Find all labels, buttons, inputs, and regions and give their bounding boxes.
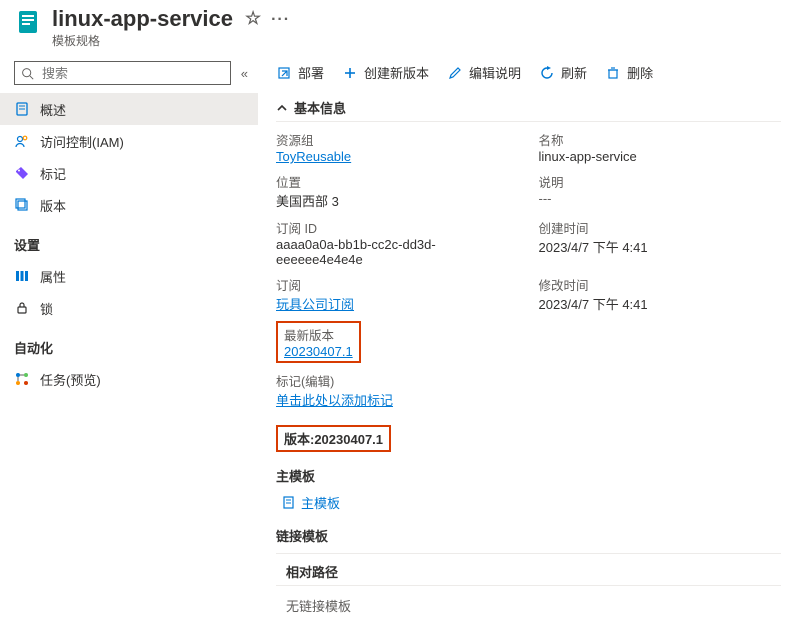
template-spec-icon <box>14 8 42 36</box>
lock-icon <box>14 300 30 316</box>
document-icon <box>282 496 295 509</box>
sidebar-item-properties[interactable]: 属性 <box>0 260 258 292</box>
page-title: linux-app-service <box>52 6 233 32</box>
sidebar: « 概述 访问控制(IAM) 标记 <box>0 53 258 625</box>
trash-icon <box>605 65 621 81</box>
version-banner: 版本:20230407.1 <box>276 425 391 452</box>
subscription-link[interactable]: 玩具公司订阅 <box>276 297 354 312</box>
resource-group-link[interactable]: ToyReusable <box>276 149 351 164</box>
refresh-button[interactable]: 刷新 <box>539 63 587 82</box>
access-control-icon <box>14 133 30 149</box>
plus-icon <box>342 65 358 81</box>
sidebar-item-tags[interactable]: 标记 <box>0 157 258 189</box>
sidebar-item-label: 标记 <box>40 164 66 183</box>
tags-edit-link[interactable]: (编辑) <box>301 375 334 389</box>
value-location: 美国西部 3 <box>276 191 519 210</box>
refresh-icon <box>539 65 555 81</box>
sidebar-item-locks[interactable]: 锁 <box>0 292 258 324</box>
sidebar-item-overview[interactable]: 概述 <box>0 93 258 125</box>
tag-icon <box>14 165 30 181</box>
main-template-heading: 主模板 <box>276 466 781 485</box>
essentials-toggle[interactable]: 基本信息 <box>276 94 781 122</box>
add-tags-link[interactable]: 单击此处以添加标记 <box>276 393 393 408</box>
deploy-button[interactable]: 部署 <box>276 63 324 82</box>
sidebar-item-label: 锁 <box>40 299 53 318</box>
label-subscription-id: 订阅 ID <box>276 218 519 237</box>
page-subtitle: 模板规格 <box>52 32 290 49</box>
label-location: 位置 <box>276 172 519 191</box>
label-name: 名称 <box>539 130 782 149</box>
essentials-grid: 资源组 ToyReusable 名称 linux-app-service 位置 … <box>276 130 781 415</box>
linked-templates-empty: 无链接模板 <box>276 585 781 625</box>
value-modified: 2023/4/7 下午 4:41 <box>539 294 782 313</box>
delete-button[interactable]: 删除 <box>605 63 653 82</box>
sidebar-item-access-control[interactable]: 访问控制(IAM) <box>0 125 258 157</box>
edit-description-button[interactable]: 编辑说明 <box>447 63 521 82</box>
sidebar-section-settings: 设置 <box>0 221 258 260</box>
label-modified: 修改时间 <box>539 275 782 294</box>
value-subscription-id: aaaa0a0a-bb1b-cc2c-dd3d-eeeeee4e4e4e <box>276 237 519 267</box>
value-created: 2023/4/7 下午 4:41 <box>539 237 782 256</box>
latest-version-link[interactable]: 20230407.1 <box>284 344 353 359</box>
value-description: --- <box>539 191 782 206</box>
label-latest-version: 最新版本 <box>284 325 353 344</box>
pencil-icon <box>447 65 463 81</box>
overview-icon <box>14 101 30 117</box>
tasks-icon <box>14 371 30 387</box>
properties-icon <box>14 268 30 284</box>
chevron-up-icon <box>276 102 288 114</box>
deploy-icon <box>276 65 292 81</box>
sidebar-item-tasks[interactable]: 任务(预览) <box>0 363 258 395</box>
linked-templates-column: 相对路径 <box>276 553 781 585</box>
sidebar-item-label: 概述 <box>40 100 66 119</box>
label-tags: 标记 <box>276 375 301 389</box>
search-icon <box>21 67 34 80</box>
linked-templates-heading: 链接模板 <box>276 526 781 545</box>
sidebar-item-label: 访问控制(IAM) <box>40 132 124 151</box>
more-actions-icon[interactable]: ··· <box>271 10 290 29</box>
label-created: 创建时间 <box>539 218 782 237</box>
versions-icon <box>14 197 30 213</box>
page-header: linux-app-service ☆ ··· 模板规格 <box>0 0 799 53</box>
sidebar-item-label: 版本 <box>40 196 66 215</box>
command-bar: 部署 创建新版本 编辑说明 刷新 删除 <box>276 63 781 82</box>
label-description: 说明 <box>539 172 782 191</box>
create-version-button[interactable]: 创建新版本 <box>342 63 429 82</box>
main-content: 部署 创建新版本 编辑说明 刷新 删除 <box>258 53 799 625</box>
favorite-star-icon[interactable]: ☆ <box>245 8 261 30</box>
search-input[interactable] <box>40 65 224 82</box>
sidebar-item-versions[interactable]: 版本 <box>0 189 258 221</box>
sidebar-section-automation: 自动化 <box>0 324 258 363</box>
label-resource-group: 资源组 <box>276 130 519 149</box>
collapse-sidebar-icon[interactable]: « <box>241 66 248 81</box>
sidebar-item-label: 属性 <box>40 267 66 286</box>
sidebar-search[interactable] <box>14 61 231 85</box>
sidebar-item-label: 任务(预览) <box>40 370 101 389</box>
value-name: linux-app-service <box>539 149 782 164</box>
label-subscription: 订阅 <box>276 275 519 294</box>
main-template-link[interactable]: 主模板 <box>282 493 781 512</box>
